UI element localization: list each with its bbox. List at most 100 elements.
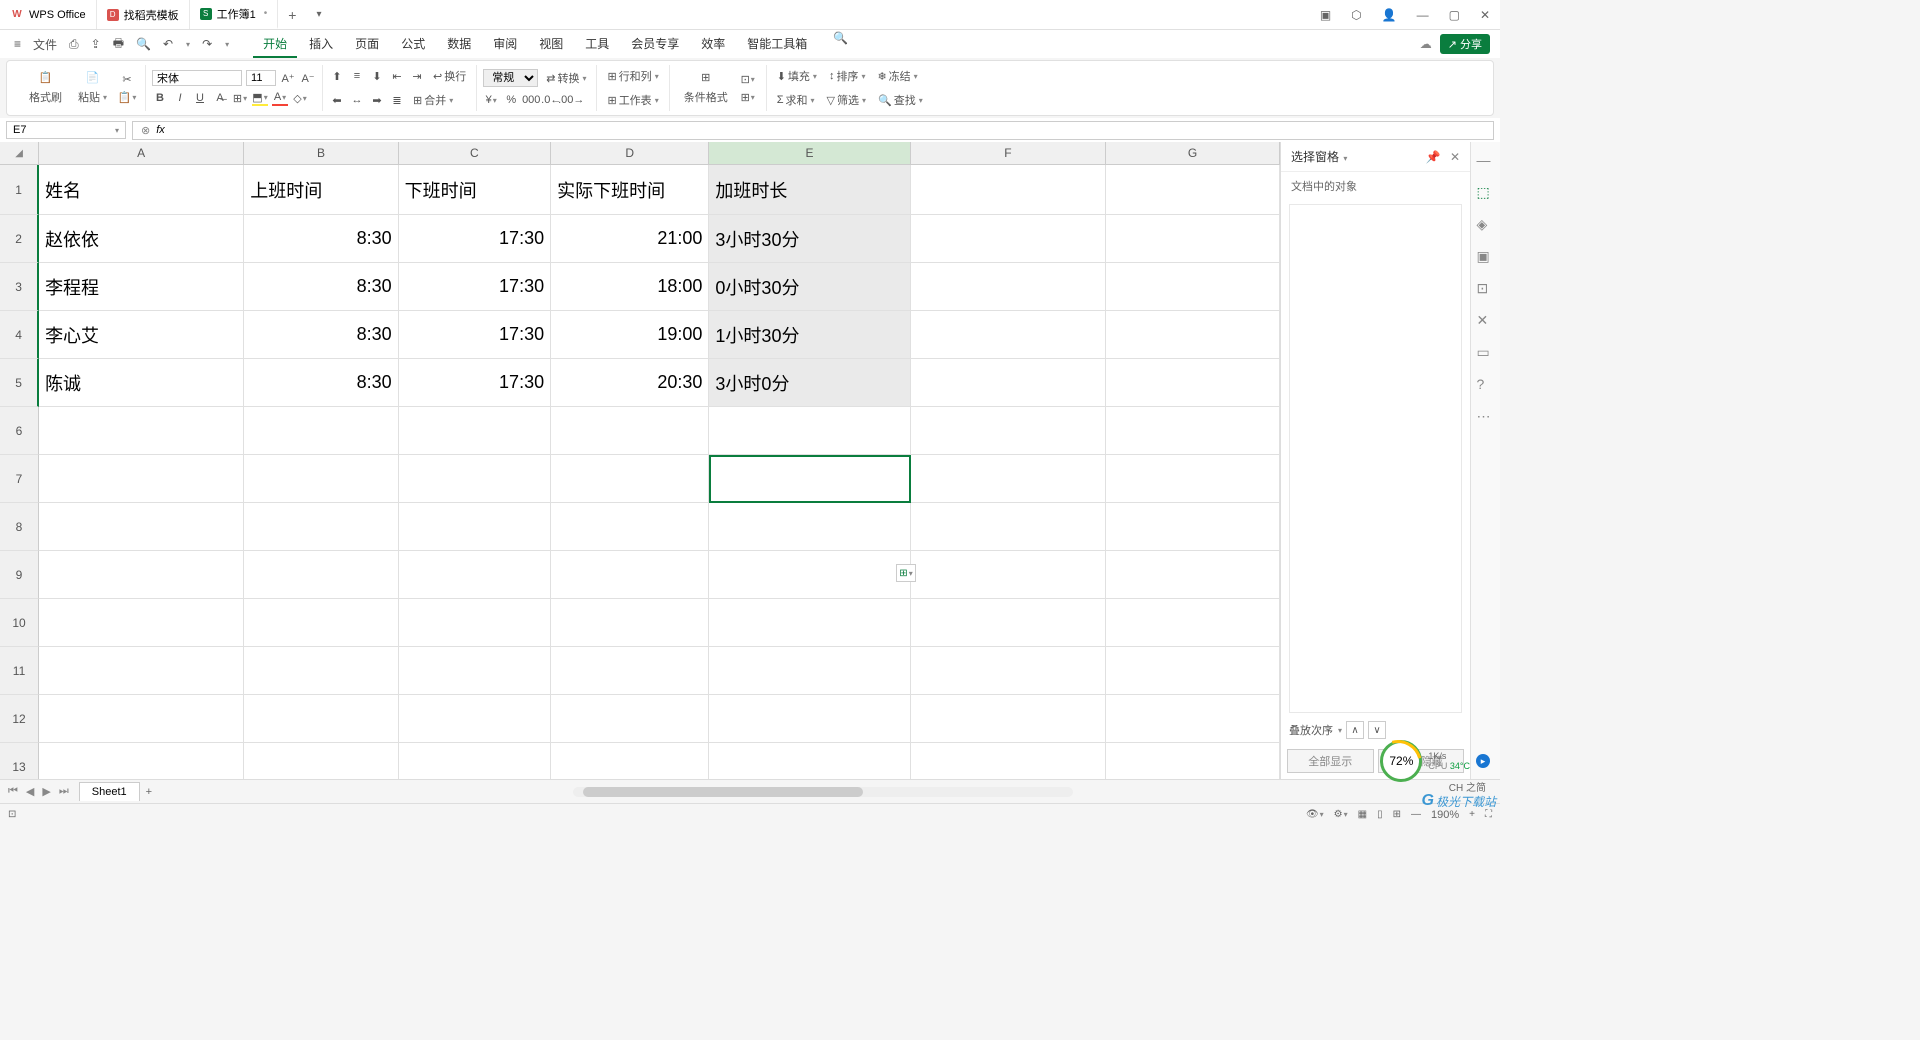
format-painter-button[interactable]: 格式刷 xyxy=(25,87,66,107)
share-button[interactable]: ↗ 分享 xyxy=(1440,34,1490,54)
cell-f2[interactable] xyxy=(911,215,1106,263)
align-center-icon[interactable]: ↔ xyxy=(349,92,365,108)
sheet-nav-next[interactable]: ▶ xyxy=(40,785,52,798)
cell-d2[interactable]: 21:00 xyxy=(551,215,709,263)
cell-e1[interactable]: 加班时长 xyxy=(709,165,910,215)
row-header-2[interactable]: 2 xyxy=(0,215,39,263)
print-preview-icon[interactable]: 🔍 xyxy=(132,37,155,51)
scrollbar-thumb[interactable] xyxy=(583,787,863,797)
file-menu[interactable]: 文件 xyxy=(29,36,61,53)
copy-icon[interactable]: 📋▾ xyxy=(119,89,135,105)
cpu-usage-badge[interactable]: 72% xyxy=(1380,740,1422,782)
menu-tab-data[interactable]: 数据 xyxy=(437,31,481,58)
cell-b3[interactable]: 8:30 xyxy=(244,263,398,311)
font-size-select[interactable] xyxy=(246,70,276,86)
panel-close-icon[interactable]: ✕ xyxy=(1450,150,1460,164)
cell-c6[interactable] xyxy=(399,407,551,455)
stack-up-button[interactable]: ∧ xyxy=(1346,721,1364,739)
cell-a4[interactable]: 李心艾 xyxy=(39,311,244,359)
align-right-icon[interactable]: ➡ xyxy=(369,92,385,108)
row-header-1[interactable]: 1 xyxy=(0,165,39,215)
cell-d4[interactable]: 19:00 xyxy=(551,311,709,359)
sidebar-data-icon[interactable]: ⊡ xyxy=(1477,280,1495,298)
cell-g4[interactable] xyxy=(1106,311,1280,359)
formula-bar[interactable]: ⊗ fx xyxy=(132,121,1494,140)
minimize-button[interactable]: — xyxy=(1407,8,1439,22)
user-avatar-icon[interactable]: 👤 xyxy=(1372,8,1407,22)
menu-tab-member[interactable]: 会员专享 xyxy=(621,31,689,58)
cell-e4[interactable]: 1小时30分 xyxy=(709,311,910,359)
border-icon[interactable]: ⊞▾ xyxy=(232,90,248,106)
horizontal-scrollbar[interactable] xyxy=(573,787,1073,797)
cell-a7[interactable] xyxy=(39,455,244,503)
worksheet-button[interactable]: ⊞工作表▾ xyxy=(603,90,662,110)
menu-tab-start[interactable]: 开始 xyxy=(253,31,297,58)
menu-tab-review[interactable]: 审阅 xyxy=(483,31,527,58)
tab-menu-button[interactable]: ▾ xyxy=(306,9,331,20)
wrap-button[interactable]: ↩换行 xyxy=(429,66,470,86)
rowcol-button[interactable]: ⊞行和列▾ xyxy=(603,66,662,86)
cell-f4[interactable] xyxy=(911,311,1106,359)
find-button[interactable]: 🔍查找▾ xyxy=(874,90,927,110)
cell-a6[interactable] xyxy=(39,407,244,455)
new-tab-button[interactable]: + xyxy=(278,7,306,23)
align-left-icon[interactable]: ⬅ xyxy=(329,92,345,108)
cell-e7-active[interactable] xyxy=(709,455,910,503)
cell-c7[interactable] xyxy=(399,455,551,503)
cell-c5[interactable]: 17:30 xyxy=(399,359,551,407)
paste-icon[interactable]: 📄 xyxy=(85,69,101,85)
sidebar-more-icon[interactable]: ⋯ xyxy=(1477,408,1495,426)
font-name-select[interactable] xyxy=(152,70,242,86)
col-header-g[interactable]: G xyxy=(1106,142,1280,164)
sort-button[interactable]: ↕排序▾ xyxy=(825,66,870,86)
cell-f3[interactable] xyxy=(911,263,1106,311)
increase-font-icon[interactable]: A⁺ xyxy=(280,70,296,86)
justify-icon[interactable]: ≣ xyxy=(389,92,405,108)
cell-f5[interactable] xyxy=(911,359,1106,407)
view-normal-icon[interactable]: ▦ xyxy=(1358,809,1367,820)
cell-a2[interactable]: 赵依依 xyxy=(39,215,244,263)
format-painter-icon[interactable]: 📋 xyxy=(38,69,54,85)
cell-b2[interactable]: 8:30 xyxy=(244,215,398,263)
cell-e3[interactable]: 0小时30分 xyxy=(709,263,910,311)
cell-c1[interactable]: 下班时间 xyxy=(399,165,551,215)
col-header-e[interactable]: E xyxy=(709,142,910,164)
sidebar-help-icon[interactable]: ? xyxy=(1477,376,1495,394)
show-all-button[interactable]: 全部显示 xyxy=(1287,749,1374,773)
cond-format-button[interactable]: 条件格式 xyxy=(680,87,732,107)
tab-wps-home[interactable]: W WPS Office xyxy=(0,0,97,29)
cut-icon[interactable]: ✂ xyxy=(119,71,135,87)
app-menu-icon[interactable]: ≡ xyxy=(10,37,25,51)
align-bottom-icon[interactable]: ⬇ xyxy=(369,68,385,84)
menu-tab-insert[interactable]: 插入 xyxy=(299,31,343,58)
paste-button[interactable]: 粘贴▾ xyxy=(74,87,111,107)
sidebar-style-icon[interactable]: ◈ xyxy=(1477,216,1495,234)
row-header-11[interactable]: 11 xyxy=(0,647,39,695)
status-eye-icon[interactable]: 👁▾ xyxy=(1306,809,1324,820)
undo-icon[interactable]: ↶ xyxy=(159,37,177,51)
row-header-3[interactable]: 3 xyxy=(0,263,39,311)
cell-d6[interactable] xyxy=(551,407,709,455)
tab-templates[interactable]: D 找稻壳模板 xyxy=(97,0,190,29)
cell-d3[interactable]: 18:00 xyxy=(551,263,709,311)
currency-icon[interactable]: ¥▾ xyxy=(483,92,499,108)
indent-left-icon[interactable]: ⇤ xyxy=(389,68,405,84)
freeze-button[interactable]: ❄冻结▾ xyxy=(873,66,921,86)
convert-button[interactable]: ⇄转换▾ xyxy=(542,68,590,88)
stack-down-button[interactable]: ∨ xyxy=(1368,721,1386,739)
cell-c2[interactable]: 17:30 xyxy=(399,215,551,263)
fx-icon[interactable]: fx xyxy=(156,124,165,136)
autofill-options-button[interactable]: ⊞▾ xyxy=(896,564,916,582)
zoom-value[interactable]: 190% xyxy=(1431,809,1459,821)
tab-workbook[interactable]: S 工作簿1 • xyxy=(190,0,279,29)
sidebar-tools-icon[interactable]: ✕ xyxy=(1477,312,1495,330)
redo-dropdown[interactable]: ▾ xyxy=(221,40,233,49)
undo-dropdown[interactable]: ▾ xyxy=(182,40,194,49)
sidebar-select-icon[interactable]: ⬚ xyxy=(1477,184,1495,202)
redo-icon[interactable]: ↷ xyxy=(198,37,216,51)
cloud-icon[interactable]: ☁ xyxy=(1420,37,1432,51)
font-color-icon[interactable]: A▾ xyxy=(272,90,288,106)
menu-tab-formula[interactable]: 公式 xyxy=(391,31,435,58)
search-icon[interactable]: 🔍 xyxy=(829,31,852,58)
zoom-out-button[interactable]: — xyxy=(1411,809,1421,820)
